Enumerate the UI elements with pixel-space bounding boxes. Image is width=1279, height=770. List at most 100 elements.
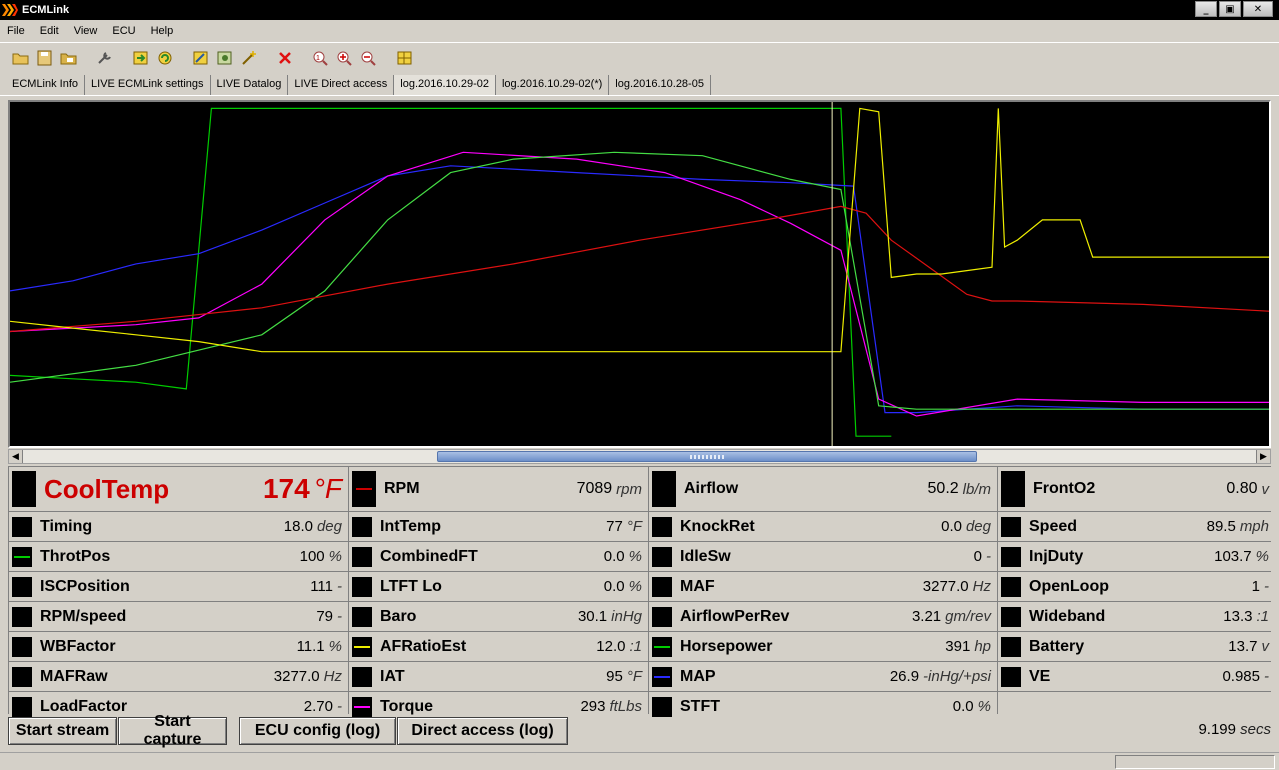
gauge-color-swatch[interactable] [352,606,372,627]
gauge-color-swatch[interactable] [652,696,672,717]
gauge-unit: % [628,548,642,565]
graph-scrollbar[interactable]: ◀ ▶ [8,449,1271,464]
gauge-color-swatch[interactable] [352,666,372,687]
gauge-color-swatch[interactable] [12,546,32,567]
gauge-color-swatch[interactable] [1001,636,1021,657]
gauge-airflowperrev: AirflowPerRev 3.21 gm/rev [649,602,997,631]
gauge-name: Speed [1029,517,1078,535]
load-icon[interactable] [130,47,152,69]
direct-access-button[interactable]: Direct access (log) [397,717,568,745]
gauge-iat: IAT 95 °F [349,662,648,691]
gauge-color-swatch[interactable] [352,546,372,567]
gauge-ltft-lo: LTFT Lo 0.0% [349,572,648,601]
gauge-value: 13.3 [1223,608,1253,625]
gauge-value: 111 [310,578,333,595]
minimize-button[interactable]: _ [1195,1,1217,17]
gauge-combinedft: CombinedFT 0.0% [349,542,648,571]
save-icon[interactable] [34,47,56,69]
tab-log-3[interactable]: log.2016.10.28-05 [609,75,711,95]
gauge-airflow: Airflow 50.2 lb/m [649,467,997,511]
gauge-value: 11.1 [296,638,325,655]
gauge-name: ISCPosition [40,577,130,595]
gauge-rpm: RPM 7089 rpm [349,467,648,511]
gauge-unit: -inHg/+psi [923,668,991,685]
gauge-color-swatch[interactable] [352,516,372,537]
gauge-color-swatch[interactable] [12,666,32,687]
menu-file[interactable]: File [0,25,33,37]
tools-icon[interactable] [94,47,116,69]
gauge-unit: - [1264,578,1269,595]
zoom-in-icon[interactable] [334,47,356,69]
tab-live-direct-access[interactable]: LIVE Direct access [288,75,395,95]
menu-bar: File Edit View ECU Help [0,20,1279,42]
tab-live-ecmlink-settings[interactable]: LIVE ECMLink settings [85,75,211,95]
gauge-color-swatch[interactable] [1001,606,1021,627]
gauge-color-swatch[interactable] [352,696,372,717]
gauge-horsepower: Horsepower 391 hp [649,632,997,661]
gauge-baro: Baro 30.1 inHg [349,602,648,631]
gauge-color-swatch[interactable] [12,576,32,597]
tab-live-datalog[interactable]: LIVE Datalog [210,75,289,95]
gauge-color-swatch[interactable] [352,576,372,597]
gauge-color-swatch[interactable] [1001,516,1021,537]
gauge-cooltemp: CoolTemp 174 °F [9,467,348,511]
edit-icon[interactable] [190,47,212,69]
menu-view[interactable]: View [67,25,106,37]
open-log-icon[interactable] [58,47,80,69]
refresh-icon[interactable] [154,47,176,69]
gauge-color-swatch[interactable] [12,516,32,537]
gauge-color-swatch[interactable] [12,606,32,627]
gauge-color-swatch[interactable] [652,576,672,597]
ecu-config-button[interactable]: ECU config (log) [239,717,396,745]
gauge-color-swatch[interactable] [652,636,672,657]
gauge-value: 103.7 [1214,548,1252,565]
gauge-color-swatch[interactable] [652,606,672,627]
zoom-out-icon[interactable] [358,47,380,69]
menu-ecu[interactable]: ECU [105,25,143,37]
gauge-color-swatch[interactable] [1001,666,1021,687]
gauge-color-swatch[interactable] [12,636,32,657]
gauge-color-swatch[interactable] [1001,471,1025,507]
zoom-reset-icon[interactable]: 1 [310,47,332,69]
delete-icon[interactable] [274,47,296,69]
menu-help[interactable]: Help [144,25,182,37]
gauge-idlesw: IdleSw 0- [649,542,997,571]
gauge-value: 26.9 [889,668,920,685]
close-button[interactable]: ✕ [1243,1,1273,17]
scroll-thumb[interactable] [437,451,977,462]
scroll-left-icon[interactable]: ◀ [9,450,23,463]
gauge-color-swatch[interactable] [352,471,376,507]
gauge-color-swatch[interactable] [652,666,672,687]
gauge-throtpos: ThrotPos 100% [9,542,348,571]
gauge-color-swatch[interactable] [1001,576,1021,597]
tab-log-2[interactable]: log.2016.10.29-02(*) [495,75,610,95]
gauge-name: OpenLoop [1029,577,1109,595]
config-icon[interactable] [214,47,236,69]
gauge-name: ThrotPos [40,547,111,565]
maximize-button[interactable]: ▣ [1219,1,1241,17]
gauge-color-swatch[interactable] [652,546,672,567]
datalog-graph[interactable] [8,100,1271,448]
gauge-color-swatch[interactable] [1001,546,1021,567]
gauge-color-swatch[interactable] [652,516,672,537]
gauge-unit: v [1261,480,1270,498]
gauge-color-swatch[interactable] [652,471,676,507]
gauge-unit: - [1264,668,1269,685]
gauge-name: AirflowPerRev [680,607,790,625]
tab-log-1[interactable]: log.2016.10.29-02 [394,75,496,95]
gauge-value: 0 [973,548,982,565]
wand-icon[interactable] [238,47,260,69]
gauge-color-swatch[interactable] [12,696,32,717]
grid-icon[interactable] [394,47,416,69]
scroll-right-icon[interactable]: ▶ [1256,450,1270,463]
gauge-unit: hp [974,638,991,655]
gauge-color-swatch[interactable] [12,471,36,507]
gauge-color-swatch[interactable] [352,636,372,657]
start-stream-button[interactable]: Start stream [8,717,117,745]
open-folder-icon[interactable] [10,47,32,69]
tab-ecmlink-info[interactable]: ECMLink Info [6,75,86,95]
datalog-chart[interactable] [10,102,1269,446]
menu-edit[interactable]: Edit [33,25,67,37]
start-capture-button[interactable]: Start capture [118,713,227,748]
gauge-wbfactor: WBFactor 11.1% [9,632,348,661]
